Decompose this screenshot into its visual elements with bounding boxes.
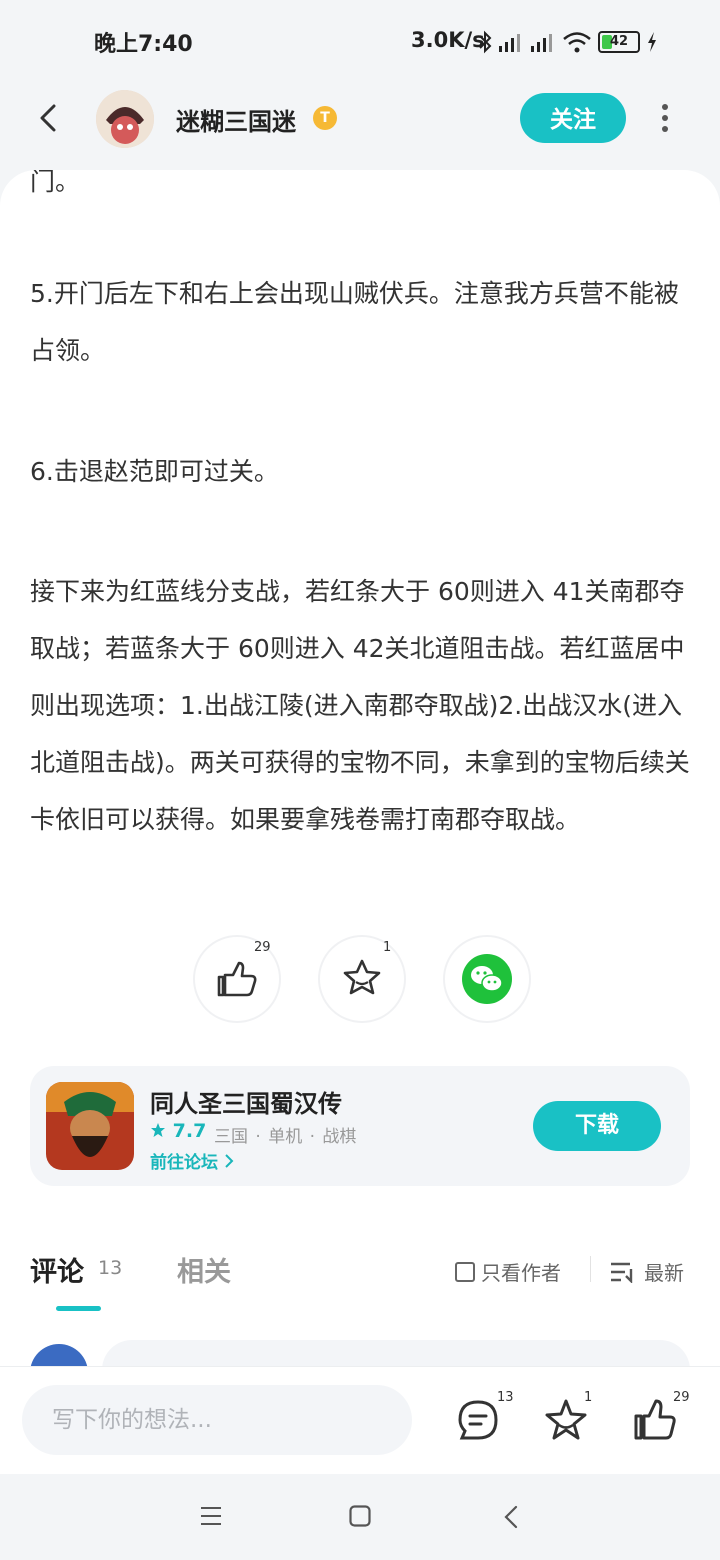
battery-level: 42 bbox=[609, 34, 629, 49]
status-bar: 晚上7:40 3.0K/s 42 bbox=[0, 0, 720, 84]
nav-back-icon[interactable] bbox=[502, 1505, 520, 1529]
sort-button[interactable]: 最新 bbox=[610, 1257, 684, 1286]
article-paragraph: 门。 bbox=[30, 170, 81, 196]
download-button[interactable]: 下载 bbox=[533, 1101, 661, 1151]
nav-menu-icon[interactable] bbox=[200, 1505, 222, 1527]
author-name[interactable]: 迷糊三国迷 bbox=[176, 102, 296, 137]
back-icon[interactable] bbox=[32, 100, 68, 136]
like-count: 29 bbox=[254, 940, 271, 955]
favorite-button[interactable] bbox=[318, 935, 406, 1023]
article-paragraph: 接下来为红蓝线分支战，若红条大于 60则进入 41关南郡夺取战；若蓝条大于 60… bbox=[30, 577, 690, 834]
like-icon bbox=[634, 1399, 676, 1440]
bottom-like-count: 29 bbox=[673, 1390, 690, 1405]
forum-link[interactable]: 前往论坛 bbox=[150, 1148, 234, 1173]
comment-button[interactable] bbox=[456, 1398, 500, 1442]
comment-count: 13 bbox=[497, 1390, 514, 1405]
rating-value: 7.7 bbox=[172, 1120, 207, 1142]
article-paragraph: 5.开门后左下和右上会出现山贼伏兵。注意我方兵营不能被占领。 bbox=[30, 279, 679, 365]
star-icon bbox=[343, 959, 381, 995]
follow-button[interactable]: 关注 bbox=[520, 93, 626, 143]
reply-input[interactable] bbox=[22, 1385, 412, 1455]
author-badge: T bbox=[313, 106, 337, 130]
status-time: 晚上7:40 bbox=[94, 32, 193, 57]
star-icon bbox=[545, 1399, 587, 1440]
signal-icon bbox=[499, 34, 520, 52]
sort-icon bbox=[611, 1262, 633, 1283]
bottom-like-button[interactable] bbox=[632, 1398, 676, 1442]
tab-related[interactable]: 相关 bbox=[177, 1250, 231, 1289]
tab-active-indicator bbox=[56, 1306, 101, 1311]
rating-star-icon bbox=[151, 1123, 165, 1137]
comment-icon bbox=[458, 1400, 498, 1440]
battery-icon: 42 bbox=[598, 31, 640, 53]
divider bbox=[590, 1256, 591, 1282]
author-only-toggle[interactable]: 只看作者 bbox=[455, 1257, 561, 1286]
wechat-share-button[interactable] bbox=[443, 935, 531, 1023]
more-icon[interactable] bbox=[654, 100, 676, 138]
wifi-icon bbox=[563, 32, 591, 53]
tab-comments-count: 13 bbox=[98, 1257, 123, 1279]
avatar-image bbox=[96, 90, 154, 148]
game-icon[interactable] bbox=[46, 1082, 134, 1170]
status-icons: 42 bbox=[478, 28, 658, 56]
bottom-favorite-count: 1 bbox=[584, 1390, 593, 1405]
nav-home-icon[interactable] bbox=[349, 1505, 371, 1527]
author-avatar[interactable] bbox=[96, 90, 154, 148]
charging-icon bbox=[648, 32, 656, 52]
game-icon-image bbox=[46, 1082, 134, 1170]
favorite-count: 1 bbox=[383, 940, 392, 955]
chevron-right-icon bbox=[225, 1154, 234, 1168]
game-title: 同人圣三国蜀汉传 bbox=[150, 1090, 342, 1118]
game-tags: 三国 · 单机 · 战棋 bbox=[214, 1127, 357, 1147]
checkbox-icon bbox=[455, 1261, 475, 1282]
tab-comments[interactable]: 评论 bbox=[30, 1250, 84, 1289]
author-only-label: 只看作者 bbox=[481, 1261, 561, 1285]
wechat-icon bbox=[462, 954, 512, 1004]
game-rating: 7.7 bbox=[150, 1120, 206, 1142]
article-paragraph: 6.击退赵范即可过关。 bbox=[30, 457, 279, 486]
forum-link-label: 前往论坛 bbox=[150, 1153, 218, 1173]
status-network-speed: 3.0K/s bbox=[411, 28, 485, 52]
sort-label: 最新 bbox=[644, 1261, 684, 1285]
bluetooth-icon bbox=[479, 30, 492, 54]
signal-icon-2 bbox=[531, 34, 552, 52]
system-nav-bar bbox=[0, 1474, 720, 1560]
bottom-favorite-button[interactable] bbox=[544, 1398, 588, 1442]
